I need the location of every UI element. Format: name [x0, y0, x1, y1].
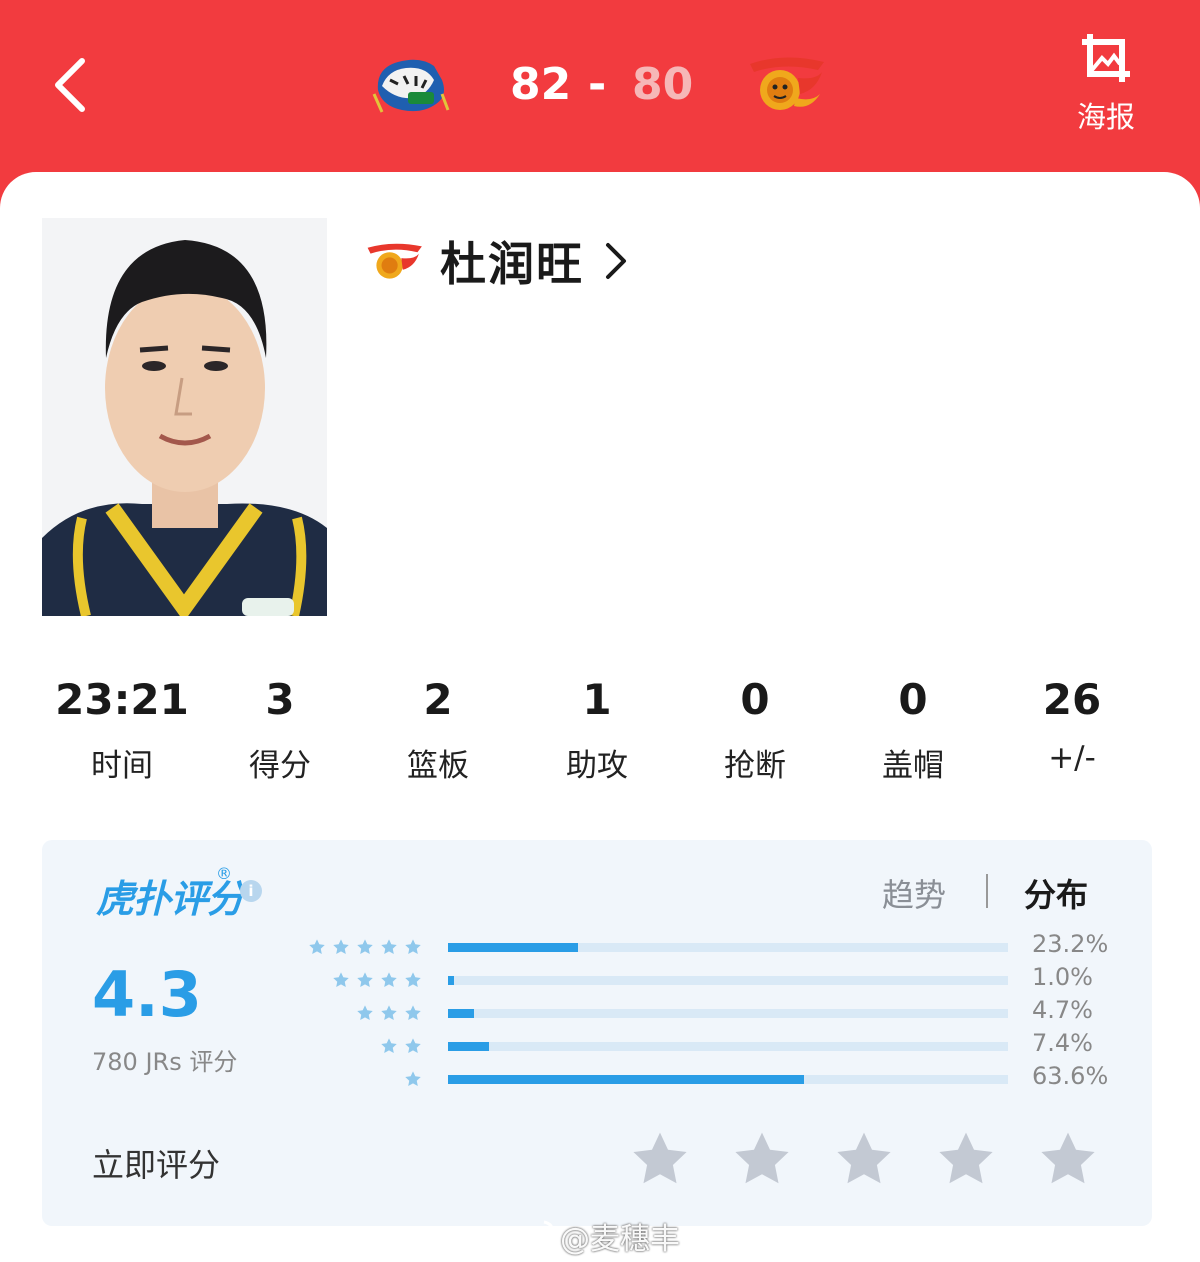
stat-label: 盖帽: [882, 748, 944, 784]
small-star-icon: [309, 939, 325, 955]
poster-button[interactable]: 海报: [1066, 30, 1146, 140]
stats-row: 23:21 时间 3 得分 2 篮板 1 助攻 0 抢断 0 盖帽 26 +/-: [42, 672, 1150, 792]
rate-star-2-icon[interactable]: [730, 1128, 794, 1190]
stat-rebounds: 2 篮板: [358, 672, 518, 785]
stat-minutes: 23:21 时间: [42, 672, 202, 785]
stat-plus-minus: 26 +/-: [992, 672, 1152, 776]
distribution-percent: 1.0%: [1032, 963, 1093, 991]
stat-blocks: 0 盖帽: [833, 672, 993, 785]
chevron-right-icon: [606, 243, 626, 279]
registered-mark: ®: [216, 864, 232, 883]
stat-value: 0: [898, 675, 928, 724]
rate-star-3-icon[interactable]: [832, 1128, 896, 1190]
small-star-icon: [381, 972, 397, 988]
stat-points: 3 得分: [200, 672, 360, 785]
stat-label: 抢断: [724, 748, 786, 784]
poster-label: 海报: [1076, 100, 1135, 134]
small-star-icon: [333, 972, 349, 988]
stat-label: 得分: [249, 748, 311, 784]
small-star-icon: [357, 939, 373, 955]
back-arrow-icon: [55, 58, 85, 112]
distribution-bar-track: [448, 976, 1008, 985]
distribution-stars: [350, 998, 422, 1028]
small-star-icon: [381, 939, 397, 955]
rate-stars: [628, 1128, 1138, 1190]
score-separator: -: [588, 59, 607, 110]
watermark-text: @麦穗丰: [560, 1222, 680, 1257]
distribution-bar-track: [448, 1075, 1008, 1084]
stat-assists: 1 助攻: [517, 672, 677, 785]
distribution-percent: 7.4%: [1032, 1029, 1093, 1057]
distribution-bar-fill: [448, 976, 454, 985]
rating-panel: 虎扑评分 ® i 趋势 分布 4.3 780 JRs 评分 23.2% 1.0% 4…: [42, 840, 1152, 1226]
small-star-icon: [405, 1071, 421, 1087]
rate-star-4-icon[interactable]: [934, 1128, 998, 1190]
stat-value: 2: [423, 675, 453, 724]
small-star-icon: [381, 1005, 397, 1021]
distribution-bar-fill: [448, 943, 578, 952]
stat-label: 篮板: [407, 748, 469, 784]
distribution-percent: 63.6%: [1032, 1062, 1109, 1090]
distribution-bar-fill: [448, 1009, 475, 1018]
player-team-logo: [367, 243, 422, 279]
tab-divider: [986, 874, 988, 908]
distribution-row-1-star: 63.6%: [42, 1062, 1152, 1094]
away-score: 80: [632, 59, 694, 110]
distribution-percent: 4.7%: [1032, 996, 1093, 1024]
stat-value: 3: [265, 675, 295, 724]
stat-label: 助攻: [566, 748, 628, 784]
small-star-icon: [405, 939, 421, 955]
rate-now-label: 立即评分: [92, 1146, 221, 1184]
tab-distribution[interactable]: 分布: [1024, 870, 1088, 916]
small-star-icon: [405, 1038, 421, 1054]
weibo-logo-icon: [513, 1220, 554, 1253]
distribution-stars: [326, 965, 422, 995]
distribution-row-4-star: 1.0%: [42, 963, 1152, 995]
distribution-stars: [374, 1031, 422, 1061]
distribution-bar-fill: [448, 1042, 490, 1051]
stat-label: +/-: [1048, 740, 1096, 776]
player-name: 杜润旺: [440, 237, 584, 291]
home-score: 82: [510, 59, 572, 110]
stat-label: 时间: [91, 748, 153, 784]
distribution-row-2-star: 7.4%: [42, 1029, 1152, 1061]
distribution-bar-track: [448, 1009, 1008, 1018]
rate-star-5-icon[interactable]: [1036, 1128, 1100, 1190]
stat-value: 26: [1042, 675, 1102, 724]
distribution-bar-track: [448, 1042, 1008, 1051]
distribution-stars: [398, 1064, 422, 1094]
small-star-icon: [357, 1005, 373, 1021]
distribution-stars: [302, 932, 422, 962]
image-edit-icon: [1082, 34, 1130, 82]
rate-star-1-icon[interactable]: [628, 1128, 692, 1190]
small-star-icon: [357, 972, 373, 988]
tab-trend[interactable]: 趋势: [882, 870, 946, 916]
player-photo: [42, 218, 327, 616]
stat-steals: 0 抢断: [675, 672, 835, 785]
stat-value: 0: [740, 675, 770, 724]
distribution-bar-fill: [448, 1075, 805, 1084]
distribution-row-3-star: 4.7%: [42, 996, 1152, 1028]
back-button[interactable]: [40, 50, 100, 120]
small-star-icon: [405, 972, 421, 988]
player-name-link[interactable]: 杜润旺: [362, 228, 630, 294]
weibo-watermark: @麦穗丰: [512, 1214, 680, 1258]
small-star-icon: [405, 1005, 421, 1021]
small-star-icon: [381, 1038, 397, 1054]
distribution-row-5-star: 23.2%: [42, 930, 1152, 962]
away-team-logo: [744, 50, 828, 120]
stat-value: 23:21: [55, 675, 189, 724]
home-team-logo: [368, 50, 452, 120]
distribution-bar-track: [448, 943, 1008, 952]
distribution-percent: 23.2%: [1032, 930, 1109, 958]
info-icon[interactable]: i: [240, 880, 262, 902]
stat-value: 1: [582, 675, 612, 724]
small-star-icon: [333, 939, 349, 955]
